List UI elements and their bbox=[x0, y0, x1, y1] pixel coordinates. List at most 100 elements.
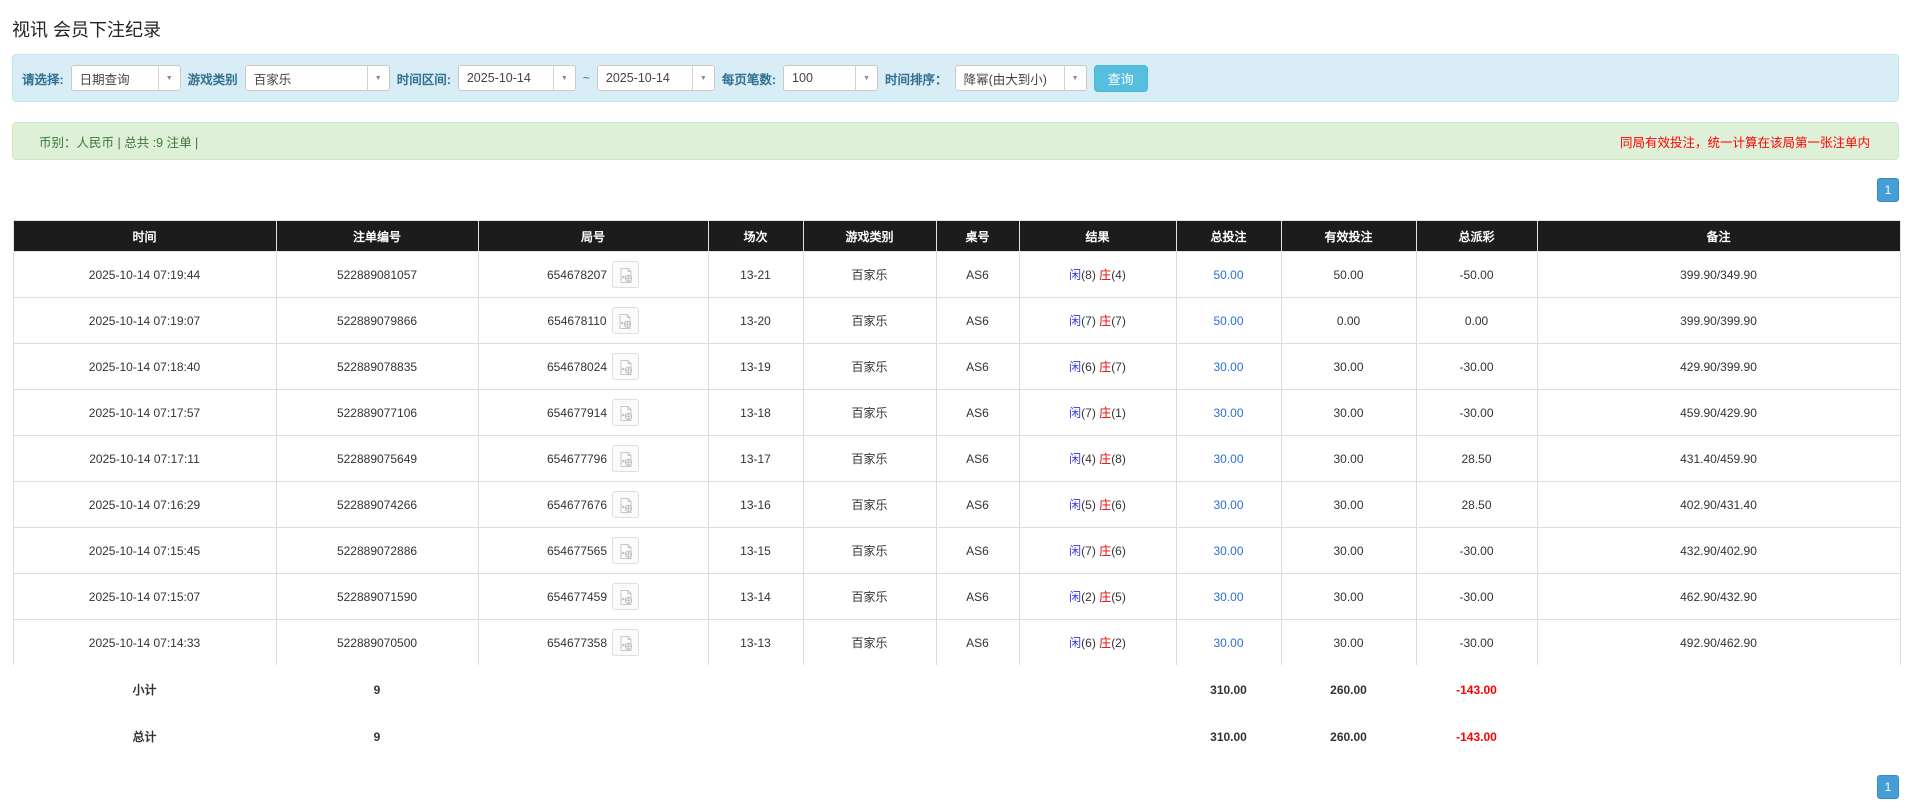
round-id-text: 654678110 bbox=[547, 314, 606, 328]
table-row[interactable]: 2025-10-14 07:17:11 522889075649 6546777… bbox=[13, 436, 1900, 482]
table-row[interactable]: 2025-10-14 07:16:29 522889074266 6546776… bbox=[13, 482, 1900, 528]
game-type-select[interactable]: 百家乐 ▼ bbox=[245, 65, 390, 91]
cell-remark: 399.90/349.90 bbox=[1537, 252, 1900, 298]
cell-bet-id: 522889071590 bbox=[276, 574, 478, 620]
cell-valid-bet: 30.00 bbox=[1281, 344, 1416, 390]
header-table-no: 桌号 bbox=[936, 221, 1019, 252]
page-1-button[interactable]: 1 bbox=[1877, 775, 1899, 799]
cell-remark: 492.90/462.90 bbox=[1537, 620, 1900, 667]
video-record-button[interactable] bbox=[612, 491, 639, 518]
header-result: 结果 bbox=[1019, 221, 1176, 252]
header-session: 场次 bbox=[708, 221, 803, 252]
page-1-button[interactable]: 1 bbox=[1877, 178, 1899, 202]
search-button[interactable]: 查询 bbox=[1094, 65, 1148, 92]
page-size-select[interactable]: 100 ▼ bbox=[783, 65, 878, 91]
total-bet-link[interactable]: 30.00 bbox=[1213, 544, 1243, 558]
table-row[interactable]: 2025-10-14 07:17:57 522889077106 6546779… bbox=[13, 390, 1900, 436]
result-banker-points: (4) bbox=[1111, 268, 1126, 282]
result-banker-points: (7) bbox=[1111, 360, 1126, 374]
cell-time: 2025-10-14 07:18:40 bbox=[13, 344, 276, 390]
cell-remark: 459.90/429.90 bbox=[1537, 390, 1900, 436]
cell-remark: 431.40/459.90 bbox=[1537, 436, 1900, 482]
cell-round-id: 654677796 bbox=[478, 436, 708, 482]
table-row[interactable]: 2025-10-14 07:18:40 522889078835 6546780… bbox=[13, 344, 1900, 390]
cell-valid-bet: 50.00 bbox=[1281, 252, 1416, 298]
cell-total-bet: 30.00 bbox=[1176, 482, 1281, 528]
table-row[interactable]: 2025-10-14 07:19:44 522889081057 6546782… bbox=[13, 252, 1900, 298]
video-record-button[interactable] bbox=[612, 261, 639, 288]
cell-bet-id: 522889081057 bbox=[276, 252, 478, 298]
cell-session: 13-20 bbox=[708, 298, 803, 344]
result-player-points: (5) bbox=[1081, 498, 1096, 512]
cell-payout: 28.50 bbox=[1416, 482, 1537, 528]
total-bet-link[interactable]: 50.00 bbox=[1213, 268, 1243, 282]
result-player-label: 闲 bbox=[1069, 452, 1081, 466]
same-round-notice: 同局有效投注，统一计算在该局第一张注单内 bbox=[1620, 132, 1870, 151]
subtotal-valid-bet: 260.00 bbox=[1281, 666, 1416, 713]
cell-remark: 462.90/432.90 bbox=[1537, 574, 1900, 620]
result-banker-points: (1) bbox=[1111, 406, 1126, 420]
video-record-button[interactable] bbox=[612, 353, 639, 380]
video-record-button[interactable] bbox=[612, 399, 639, 426]
cell-total-bet: 30.00 bbox=[1176, 574, 1281, 620]
total-bet-link[interactable]: 30.00 bbox=[1213, 590, 1243, 604]
cell-result: 闲(2) 庄(5) bbox=[1019, 574, 1176, 620]
table-row[interactable]: 2025-10-14 07:19:07 522889079866 6546781… bbox=[13, 298, 1900, 344]
total-bet-link[interactable]: 30.00 bbox=[1213, 406, 1243, 420]
video-record-button[interactable] bbox=[612, 629, 639, 656]
table-row[interactable]: 2025-10-14 07:14:33 522889070500 6546773… bbox=[13, 620, 1900, 667]
video-file-icon bbox=[618, 589, 634, 605]
cell-payout: -30.00 bbox=[1416, 344, 1537, 390]
cell-session: 13-21 bbox=[708, 252, 803, 298]
table-row[interactable]: 2025-10-14 07:15:45 522889072886 6546775… bbox=[13, 528, 1900, 574]
result-banker-label: 庄 bbox=[1099, 406, 1111, 420]
table-row[interactable]: 2025-10-14 07:15:07 522889071590 6546774… bbox=[13, 574, 1900, 620]
video-file-icon bbox=[617, 313, 633, 329]
cell-bet-id: 522889074266 bbox=[276, 482, 478, 528]
result-player-label: 闲 bbox=[1069, 360, 1081, 374]
round-id-text: 654677358 bbox=[547, 636, 607, 650]
video-record-button[interactable] bbox=[612, 583, 639, 610]
header-payout: 总派彩 bbox=[1416, 221, 1537, 252]
header-valid-bet: 有效投注 bbox=[1281, 221, 1416, 252]
cell-time: 2025-10-14 07:17:11 bbox=[13, 436, 276, 482]
date-from-input[interactable]: 2025-10-14 ▼ bbox=[458, 65, 576, 91]
result-banker-label: 庄 bbox=[1099, 452, 1111, 466]
chevron-down-icon: ▼ bbox=[158, 66, 180, 90]
query-type-value: 日期查询 bbox=[72, 66, 158, 90]
page-size-label: 每页笔数: bbox=[722, 69, 776, 88]
date-to-input[interactable]: 2025-10-14 ▼ bbox=[597, 65, 715, 91]
cell-total-bet: 50.00 bbox=[1176, 252, 1281, 298]
cell-round-id: 654678207 bbox=[478, 252, 708, 298]
sort-order-select[interactable]: 降幂(由大到小) ▼ bbox=[955, 65, 1087, 91]
cell-game-type: 百家乐 bbox=[803, 298, 936, 344]
round-id-text: 654677565 bbox=[547, 544, 607, 558]
video-record-button[interactable] bbox=[612, 307, 639, 334]
total-valid-bet: 260.00 bbox=[1281, 713, 1416, 760]
cell-payout: 0.00 bbox=[1416, 298, 1537, 344]
cell-round-id: 654678024 bbox=[478, 344, 708, 390]
video-record-button[interactable] bbox=[612, 537, 639, 564]
result-banker-label: 庄 bbox=[1099, 590, 1111, 604]
total-bet-link[interactable]: 30.00 bbox=[1213, 452, 1243, 466]
cell-valid-bet: 30.00 bbox=[1281, 390, 1416, 436]
cell-result: 闲(6) 庄(7) bbox=[1019, 344, 1176, 390]
cell-table-no: AS6 bbox=[936, 344, 1019, 390]
cell-result: 闲(4) 庄(8) bbox=[1019, 436, 1176, 482]
total-bet-link[interactable]: 30.00 bbox=[1213, 636, 1243, 650]
cell-session: 13-19 bbox=[708, 344, 803, 390]
total-bet-link[interactable]: 30.00 bbox=[1213, 498, 1243, 512]
total-bet-link[interactable]: 30.00 bbox=[1213, 360, 1243, 374]
chevron-down-icon: ▼ bbox=[855, 66, 877, 90]
pagination-top: 1 bbox=[12, 178, 1899, 202]
cell-total-bet: 30.00 bbox=[1176, 344, 1281, 390]
cell-session: 13-17 bbox=[708, 436, 803, 482]
summary-bar: 币别：人民币 | 总共 :9 注单 | 同局有效投注，统一计算在该局第一张注单内 bbox=[12, 122, 1899, 160]
game-type-value: 百家乐 bbox=[246, 66, 367, 90]
total-bet-link[interactable]: 50.00 bbox=[1213, 314, 1243, 328]
result-banker-label: 庄 bbox=[1099, 636, 1111, 650]
video-record-button[interactable] bbox=[612, 445, 639, 472]
cell-remark: 402.90/431.40 bbox=[1537, 482, 1900, 528]
query-type-select[interactable]: 日期查询 ▼ bbox=[71, 65, 181, 91]
cell-payout: -30.00 bbox=[1416, 528, 1537, 574]
